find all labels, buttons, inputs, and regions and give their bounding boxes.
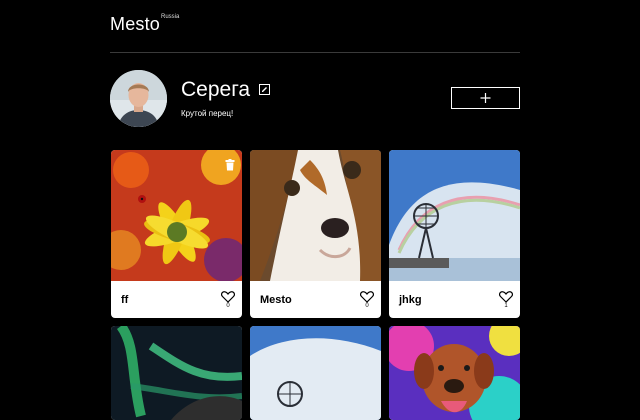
card-caption: ff 0 xyxy=(111,281,242,318)
card xyxy=(389,326,520,420)
site-header: Mesto Russia xyxy=(110,0,520,53)
like-count: 0 xyxy=(226,303,230,309)
like-count: 0 xyxy=(365,303,369,309)
logo-subtitle: Russia xyxy=(161,14,180,20)
trash-icon xyxy=(225,159,235,171)
card-caption: jhkg 1 xyxy=(389,281,520,318)
logo[interactable]: Mesto xyxy=(110,14,160,35)
profile-section: Серега Крутой перец! xyxy=(110,70,520,128)
edit-profile-button[interactable] xyxy=(259,84,270,95)
card-caption: Mesto 0 xyxy=(250,281,381,318)
card-title: ff xyxy=(121,294,129,306)
card-title: jhkg xyxy=(399,294,422,306)
like-count: 1 xyxy=(504,303,508,309)
card xyxy=(111,326,242,420)
card-image[interactable] xyxy=(111,326,242,420)
profile-about: Крутой перец! xyxy=(181,109,234,118)
heart-icon xyxy=(221,291,235,303)
add-card-button[interactable] xyxy=(451,87,520,109)
like-button[interactable] xyxy=(360,290,374,303)
card: jhkg 1 xyxy=(389,150,520,318)
card-image[interactable] xyxy=(389,326,520,420)
card xyxy=(250,326,381,420)
card-image[interactable] xyxy=(250,326,381,420)
avatar[interactable] xyxy=(110,70,167,127)
like-button[interactable] xyxy=(221,290,235,303)
like-button[interactable] xyxy=(499,290,513,303)
card: Mesto 0 xyxy=(250,150,381,318)
card-image[interactable] xyxy=(389,150,520,281)
card-image[interactable] xyxy=(250,150,381,281)
heart-icon xyxy=(360,291,374,303)
heart-icon xyxy=(499,291,513,303)
pencil-icon xyxy=(262,87,267,92)
card-title: Mesto xyxy=(260,294,292,306)
card-image[interactable] xyxy=(111,150,242,281)
card: ff 0 xyxy=(111,150,242,318)
profile-name: Серега xyxy=(181,78,251,101)
plus-icon xyxy=(480,93,491,103)
delete-card-button[interactable] xyxy=(225,158,235,171)
